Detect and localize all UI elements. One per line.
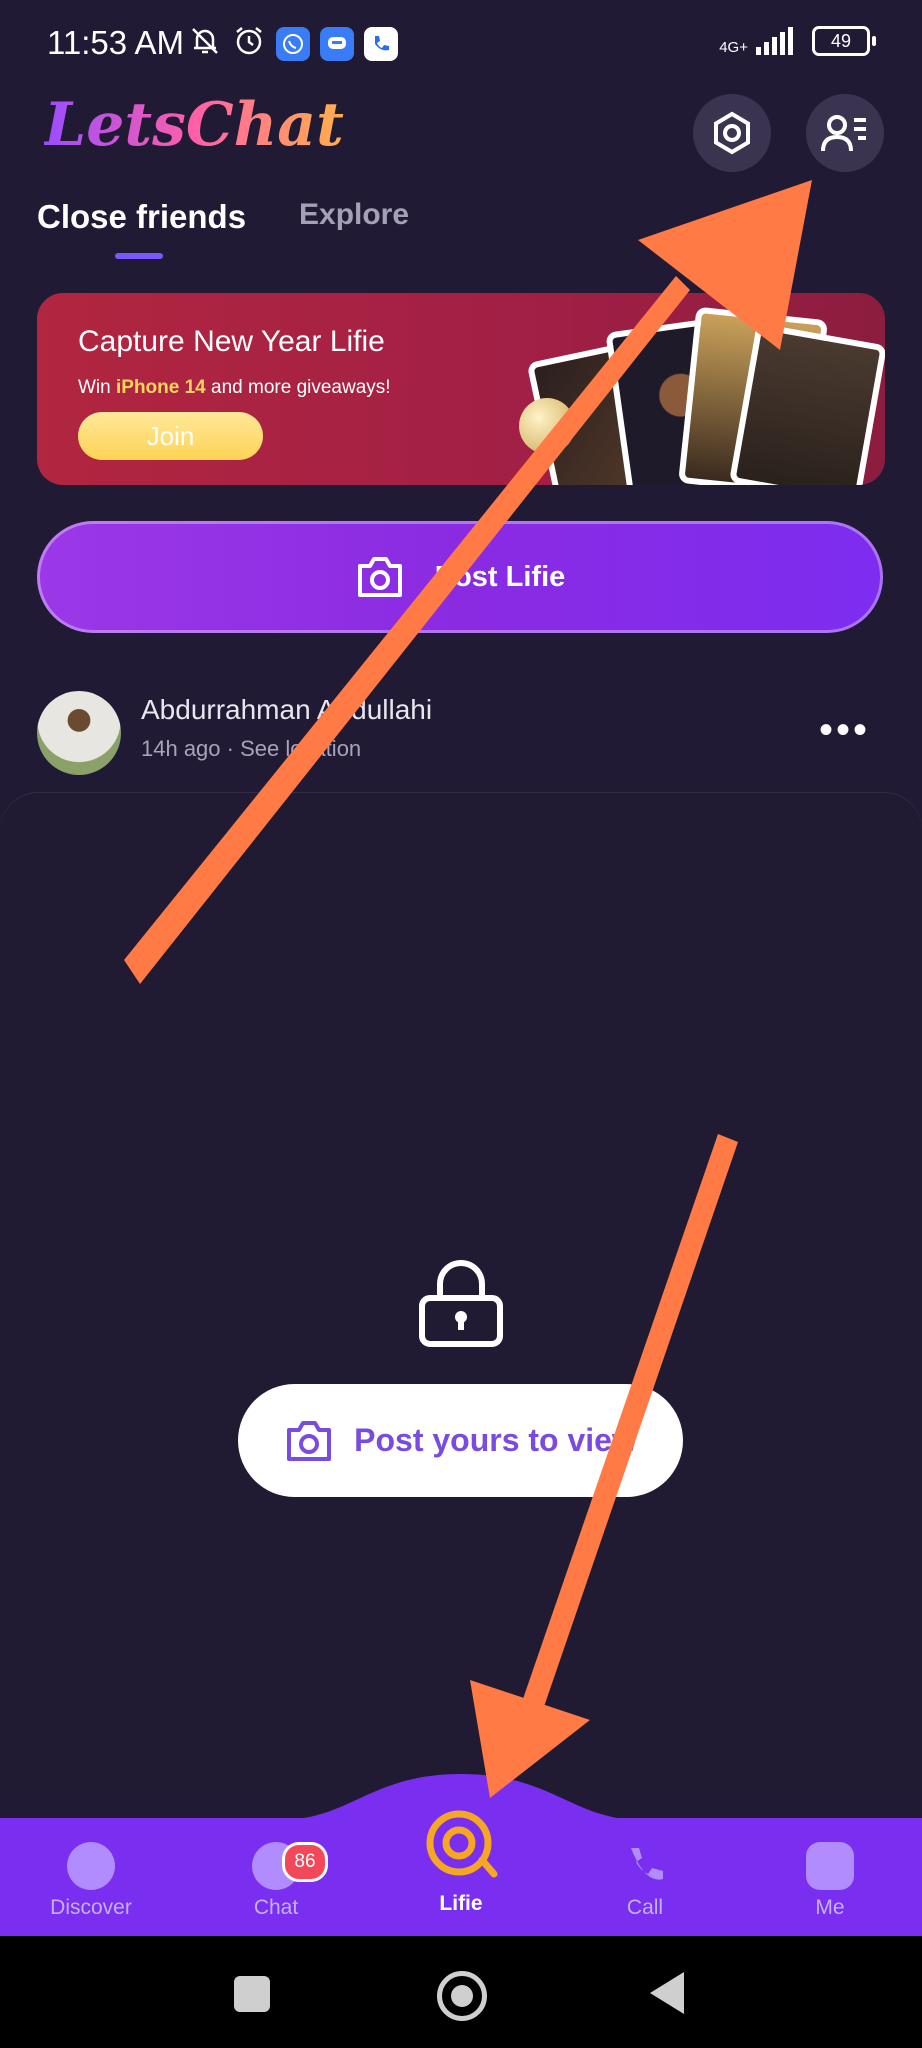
banner-balloon [519,398,575,454]
mute-bell-icon [188,24,222,63]
phone-icon [621,1842,669,1890]
nav-me-label: Me [815,1896,845,1919]
alarm-icon [232,24,266,63]
camera-icon [357,557,402,597]
banner-title: Capture New Year Lifie [78,325,385,358]
messages-icon [320,26,354,61]
friend-name[interactable]: Abdurrahman Abdullahi [141,694,432,726]
recents-button[interactable] [234,1976,270,2012]
network-label: 4G+ [719,39,748,56]
profile-list-button[interactable] [806,94,884,172]
nav-lifie[interactable]: Lifie [391,1808,531,1916]
nav-call-label: Call [626,1896,664,1919]
avatar[interactable] [37,691,121,775]
signal-icon [756,27,793,55]
back-button[interactable] [650,1972,684,2014]
more-options-icon[interactable]: ••• [819,710,870,750]
lifie-icon [426,1810,498,1878]
promo-banner[interactable]: Capture New Year Lifie Win iPhone 14 and… [37,293,885,485]
discover-icon [67,1842,115,1890]
nav-discover-label: Discover [50,1896,132,1919]
status-notification-icons [188,24,398,63]
home-button[interactable] [437,1971,487,2021]
banner-subtitle: Win iPhone 14 and more giveaways! [78,377,391,398]
system-status: 4G+ 49 [719,26,876,56]
battery-icon: 49 [812,26,876,56]
settings-button[interactable] [693,94,771,172]
post-lifie-label: Post Lifie [434,560,566,593]
post-to-view-label: Post yours to view [354,1422,637,1458]
chat-unread-badge: 86 [282,1842,328,1882]
app-logo: LetsChat [44,90,344,160]
tab-explore[interactable]: Explore [299,198,409,232]
post-lifie-button[interactable]: Post Lifie [37,521,883,633]
me-icon [806,1842,854,1890]
nav-lifie-label: Lifie [439,1892,483,1915]
nav-me[interactable]: Me [760,1842,900,1920]
lock-icon [418,1258,504,1353]
friend-meta: 14h ago · See location [141,736,362,761]
banner-photo-4 [728,322,885,485]
status-time: 11:53 AM [47,24,184,61]
camera-icon [287,1420,332,1461]
hexagon-settings-icon [714,111,750,155]
network-indicator: 4G+ [719,27,796,55]
nav-discover[interactable]: Discover [21,1842,161,1920]
whatsapp-icon [276,26,310,61]
tab-active-indicator [115,253,163,259]
join-button[interactable]: Join [78,412,263,460]
tab-close-friends[interactable]: Close friends [37,198,246,236]
nav-call[interactable]: Call [575,1842,715,1920]
profile-list-icon [821,115,866,152]
post-to-view-button[interactable]: Post yours to view [238,1384,683,1497]
nav-chat-label: Chat [253,1896,299,1919]
phone-app-icon [364,26,398,61]
